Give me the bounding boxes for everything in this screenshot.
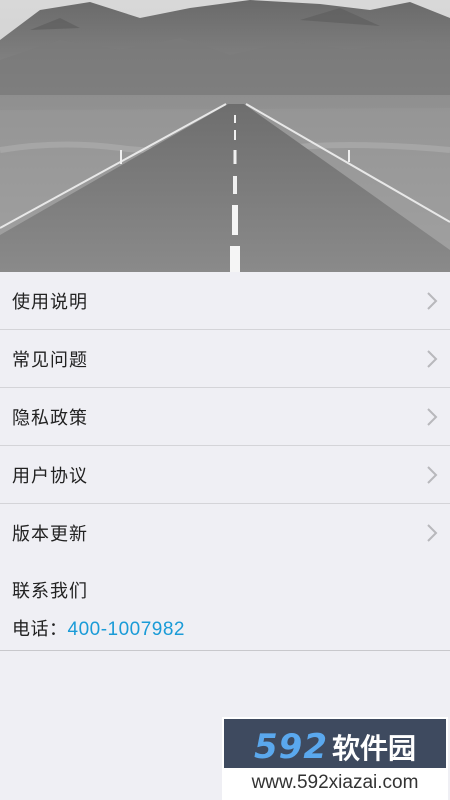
hero-image (0, 0, 450, 272)
contact-section: 联系我们 电话：400-1007982 (0, 562, 450, 651)
contact-title: 联系我们 (12, 581, 88, 602)
menu-item-label: 常见问题 (12, 349, 88, 371)
contact-phone-row: 电话：400-1007982 (12, 615, 185, 641)
menu-item-faq[interactable]: 常见问题 (0, 330, 450, 388)
about-screen: 使用说明 常见问题 隐私政策 用户协议 版本更新 联系我们 电话：400-100… (0, 0, 450, 800)
menu-item-label: 隐私政策 (12, 407, 88, 429)
chevron-right-icon (427, 407, 438, 426)
watermark-number: 592 (254, 727, 328, 767)
menu-item-label: 版本更新 (12, 524, 88, 545)
watermark-url: www.592xiazai.com (224, 768, 446, 798)
watermark-brand-text: 软件园 (331, 732, 416, 765)
menu-item-privacy-policy[interactable]: 隐私政策 (0, 388, 450, 446)
menu-item-user-agreement[interactable]: 用户协议 (0, 446, 450, 504)
watermark-brand: 592 软件园 (224, 725, 446, 769)
watermark-logo: 592 软件园 www.592xiazai.com (222, 717, 448, 800)
chevron-right-icon (427, 349, 438, 368)
phone-number-link[interactable]: 400-1007982 (68, 619, 186, 640)
menu-item-label: 使用说明 (12, 291, 88, 313)
chevron-right-icon (427, 465, 438, 484)
chevron-right-icon (427, 524, 438, 542)
chevron-right-icon (427, 291, 438, 310)
settings-menu: 使用说明 常见问题 隐私政策 用户协议 版本更新 (0, 272, 450, 562)
phone-label: 电话： (12, 619, 68, 640)
menu-item-instructions[interactable]: 使用说明 (0, 272, 450, 330)
road-mountain-illustration (0, 0, 450, 272)
menu-item-version-update[interactable]: 版本更新 (0, 504, 450, 562)
menu-item-label: 用户协议 (12, 465, 88, 487)
